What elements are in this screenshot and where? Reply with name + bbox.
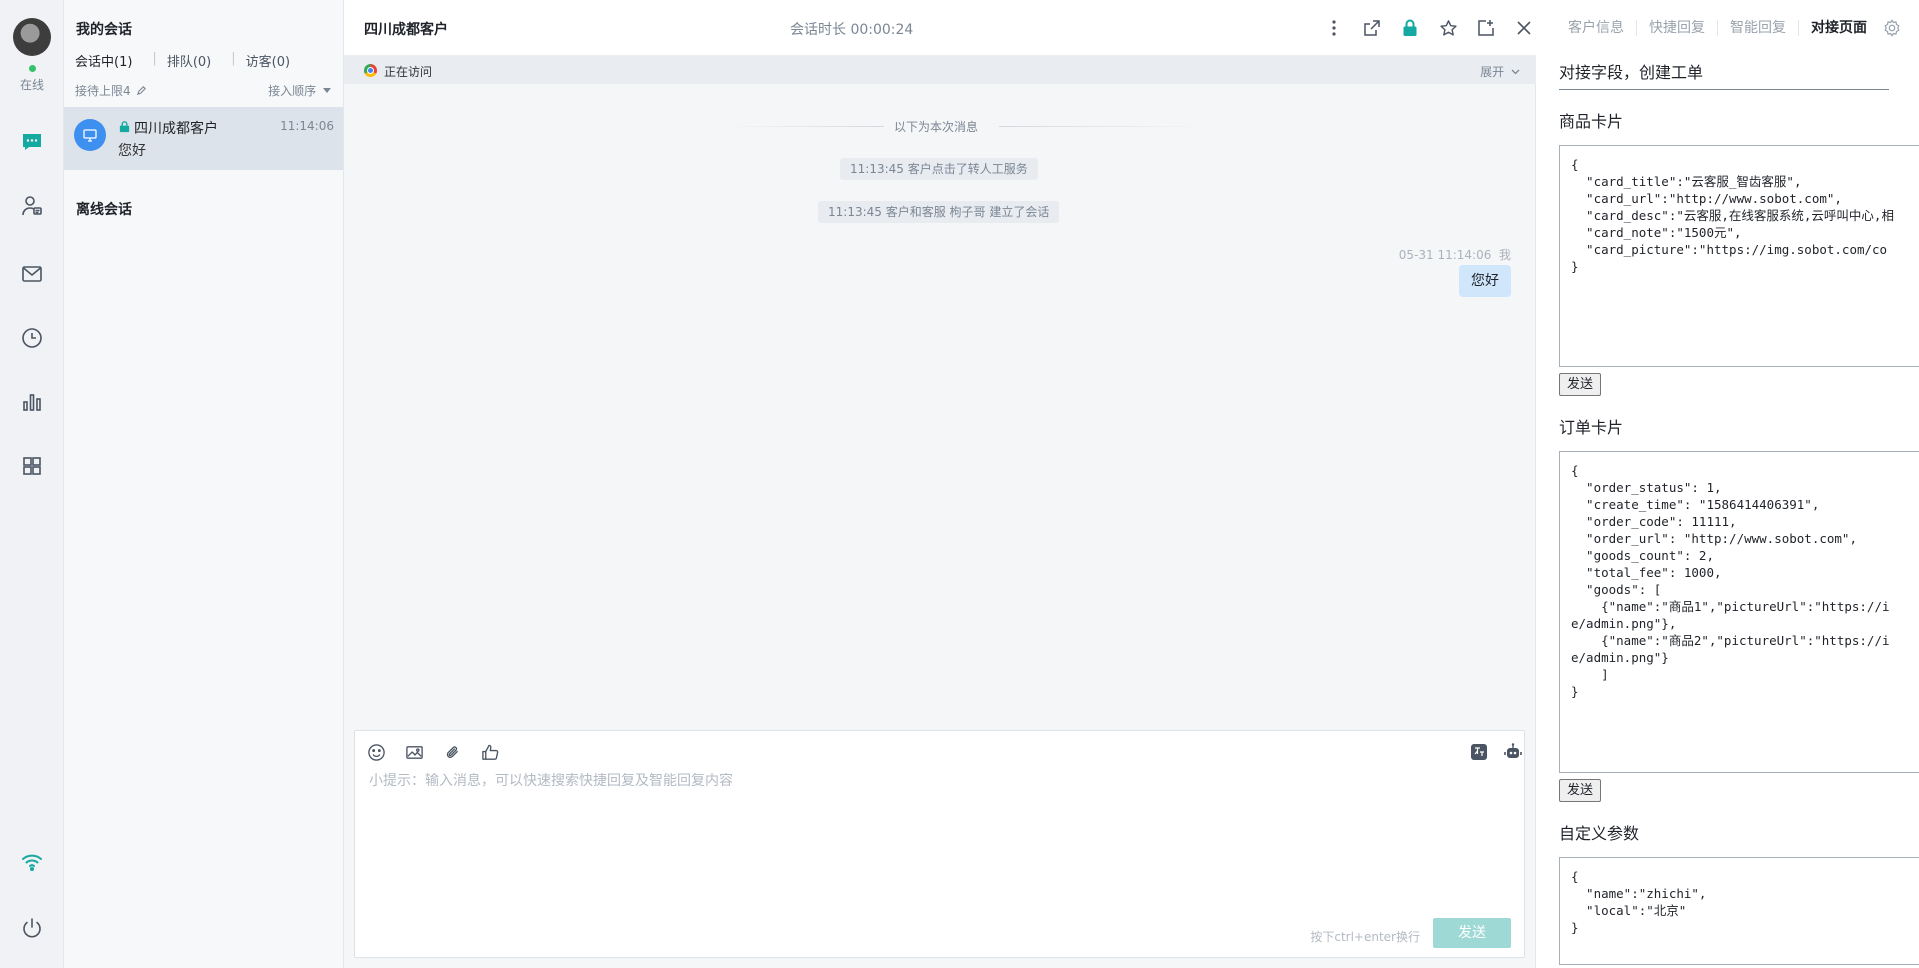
desktop-icon (74, 119, 106, 151)
tab-integration-page[interactable]: 对接页面 (1799, 20, 1879, 36)
wifi-icon (18, 848, 46, 876)
session-duration: 会话时长 00:00:24 (790, 22, 914, 38)
right-panel: 客户信息 快捷回复 智能回复 对接页面 对接字段，创建工单 商品卡片 { "ca… (1536, 0, 1919, 968)
sort-order-dropdown[interactable]: 接入顺序 (268, 82, 331, 99)
robot-icon[interactable] (1502, 741, 1524, 763)
order-card-json[interactable]: { "order_status": 1, "create_time": "158… (1559, 451, 1919, 773)
power-icon[interactable] (18, 914, 46, 942)
edit-icon[interactable] (136, 85, 147, 96)
online-status-dot (29, 65, 36, 72)
mail-icon[interactable] (18, 260, 46, 288)
tab-quick-reply[interactable]: 快捷回复 (1637, 20, 1718, 36)
message-meta: 05-31 11:14:06 我 (1398, 248, 1511, 262)
caret-down-icon (323, 88, 331, 93)
divider-line-right (999, 126, 1209, 127)
offline-conversations-title[interactable]: 离线会话 (76, 199, 132, 219)
tab-customer-info[interactable]: 客户信息 (1556, 20, 1637, 36)
tab-queue[interactable]: 排队(0) (167, 51, 231, 70)
history-icon[interactable] (18, 324, 46, 352)
expand-toggle[interactable]: 展开 (1480, 63, 1520, 80)
thumbs-up-icon[interactable] (479, 741, 501, 763)
newline-hint: 按下ctrl+enter换行 (1310, 930, 1420, 944)
conversation-time: 11:14:06 (280, 119, 334, 133)
attachment-icon[interactable] (441, 741, 463, 763)
tab-visitors[interactable]: 访客(0) (246, 51, 310, 70)
right-panel-tabs: 客户信息 快捷回复 智能回复 对接页面 (1536, 0, 1919, 56)
emoji-icon[interactable] (365, 741, 387, 763)
custom-params-title: 自定义参数 (1559, 824, 1640, 843)
message-composer: 按下ctrl+enter换行 发送 (354, 730, 1525, 958)
star-icon[interactable] (1437, 17, 1459, 39)
transfer-icon[interactable] (1361, 17, 1383, 39)
chrome-browser-icon (364, 64, 377, 77)
reception-limit[interactable]: 接待上限4 (75, 82, 147, 99)
message-bubble: 您好 (1459, 265, 1511, 297)
conversation-panel: 我的会话 会话中(1) | 排队(0) | 访客(0) 接待上限4 接入顺序 四… (64, 0, 344, 968)
app-root: 在线 我的会话 会话中(1) | 排队(0) | 访客(0) 接待上限4 接入顺… (0, 0, 1919, 968)
apps-icon[interactable] (18, 452, 46, 480)
chat-customer-title: 四川成都客户 (364, 22, 448, 38)
chat-icon[interactable] (18, 128, 46, 156)
conversation-last-message: 您好 (118, 143, 146, 159)
send-order-card-button[interactable]: 发送 (1559, 779, 1602, 802)
stats-icon[interactable] (18, 388, 46, 416)
tab-separator: | (231, 51, 236, 66)
integration-heading: 对接字段，创建工单 (1559, 59, 1889, 90)
chat-header: 四川成都客户 会话时长 00:00:24 (344, 0, 1536, 56)
image-icon[interactable] (403, 741, 425, 763)
divider-line-left (724, 126, 884, 127)
chevron-down-icon (1511, 69, 1520, 75)
reception-limit-label: 接待上限4 (75, 84, 131, 98)
system-message: 11:13:45 客户和客服 枸子哥 建立了会话 (818, 201, 1060, 223)
order-card-title: 订单卡片 (1559, 418, 1624, 437)
expand-label: 展开 (1480, 65, 1505, 79)
gear-icon[interactable] (1883, 19, 1901, 37)
more-icon[interactable] (1323, 17, 1345, 39)
visiting-bar: 正在访问 展开 (344, 56, 1536, 84)
chat-panel: 四川成都客户 会话时长 00:00:24 正在访问 展开 以下为本次消息 11:… (344, 0, 1536, 968)
product-card-title: 商品卡片 (1559, 112, 1624, 131)
conversation-tabs: 会话中(1) | 排队(0) | 访客(0) (75, 51, 310, 70)
close-icon[interactable] (1513, 17, 1535, 39)
send-button[interactable]: 发送 (1433, 918, 1511, 948)
avatar[interactable] (13, 18, 51, 56)
nav-rail: 在线 (0, 0, 64, 968)
visiting-label: 正在访问 (384, 65, 433, 79)
add-window-icon[interactable] (1475, 17, 1497, 39)
product-card-json[interactable]: { "card_title":"云客服_智齿客服", "card_url":"h… (1559, 145, 1919, 367)
tab-smart-reply[interactable]: 智能回复 (1718, 20, 1799, 36)
lock-icon (119, 121, 130, 133)
sort-order-label: 接入顺序 (268, 84, 317, 98)
system-message: 11:13:45 客户点击了转人工服务 (840, 158, 1038, 180)
message-input[interactable] (369, 773, 1269, 789)
conversation-panel-title: 我的会话 (76, 22, 132, 38)
lock-icon[interactable] (1399, 17, 1421, 39)
tab-in-session[interactable]: 会话中(1) (75, 51, 152, 70)
conversation-customer-name: 四川成都客户 (134, 121, 218, 137)
visitor-icon[interactable] (18, 192, 46, 220)
custom-params-json[interactable]: { "name":"zhichi", "local":"北京" } (1559, 857, 1919, 965)
online-status-label[interactable]: 在线 (0, 76, 64, 93)
session-divider-label: 以下为本次消息 (894, 120, 979, 134)
send-product-card-button[interactable]: 发送 (1559, 373, 1602, 396)
translate-icon[interactable] (1468, 741, 1490, 763)
conversation-item[interactable]: 四川成都客户 11:14:06 您好 (64, 107, 343, 170)
tab-separator: | (152, 51, 157, 66)
